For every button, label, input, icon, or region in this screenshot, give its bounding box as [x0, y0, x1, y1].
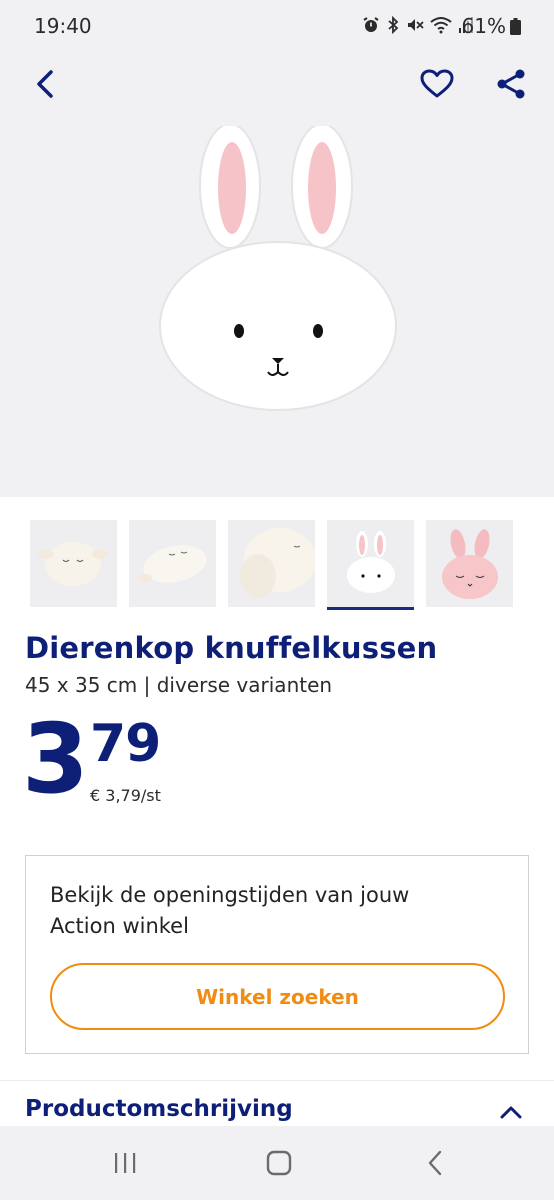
bunny-pillow-pink-thumbnail — [426, 520, 513, 607]
lamb-pillow-thumbnail — [30, 520, 117, 607]
collapse-section-button[interactable] — [496, 1098, 526, 1126]
heart-icon — [420, 69, 454, 98]
thumbnail-bunny-pink[interactable] — [426, 520, 513, 607]
bunny-pillow-image — [159, 126, 397, 411]
price-cents: 79 — [90, 714, 161, 774]
thumbnail-bunny-white[interactable] — [327, 520, 414, 610]
bunny-pillow-white-thumbnail — [327, 520, 414, 607]
back-chevron-icon — [37, 70, 53, 98]
product-description-heading[interactable]: Productomschrijving — [25, 1096, 293, 1122]
store-finder-text: Bekijk de openingstijden van jouw Action… — [50, 883, 410, 938]
bluetooth-icon — [388, 16, 399, 34]
thumbnail-selected-indicator — [327, 607, 414, 610]
price-whole: 3 — [22, 703, 89, 815]
back-button[interactable] — [28, 66, 62, 102]
chevron-up-icon — [500, 1106, 522, 1119]
system-navigation-bar — [0, 1126, 554, 1200]
system-back-button[interactable] — [420, 1146, 450, 1180]
home-button[interactable] — [262, 1146, 296, 1180]
find-store-button[interactable]: Winkel zoeken — [50, 963, 505, 1030]
status-time: 19:40 — [34, 14, 92, 38]
mute-icon — [408, 19, 424, 31]
product-title: Dierenkop knuffelkussen — [25, 631, 438, 665]
back-icon — [428, 1150, 442, 1176]
store-finder-card: Bekijk de openingstijden van jouw Action… — [25, 855, 529, 1054]
thumbnail-lamb[interactable] — [30, 520, 117, 607]
alarm-icon — [363, 17, 379, 32]
status-icons — [362, 16, 474, 34]
recents-button[interactable] — [108, 1148, 142, 1178]
product-subtitle: 45 x 35 cm | diverse varianten — [25, 673, 333, 697]
recents-icon — [115, 1153, 136, 1173]
section-divider — [0, 1080, 554, 1081]
price-per-unit: € 3,79/st — [90, 786, 161, 805]
wifi-icon — [430, 17, 452, 34]
battery-icon — [510, 18, 521, 35]
battery-percentage: 61% — [461, 14, 506, 38]
lamb-pillow-side-thumbnail — [228, 520, 315, 607]
lamb-pillow-flat-thumbnail — [129, 520, 216, 607]
favorite-button[interactable] — [418, 66, 456, 102]
share-icon — [497, 69, 525, 99]
home-icon — [266, 1150, 292, 1176]
thumbnail-lamb-side[interactable] — [228, 520, 315, 607]
thumbnail-lamb-flat[interactable] — [129, 520, 216, 607]
share-button[interactable] — [494, 66, 528, 102]
status-bar: 19:40 61% — [0, 0, 554, 54]
